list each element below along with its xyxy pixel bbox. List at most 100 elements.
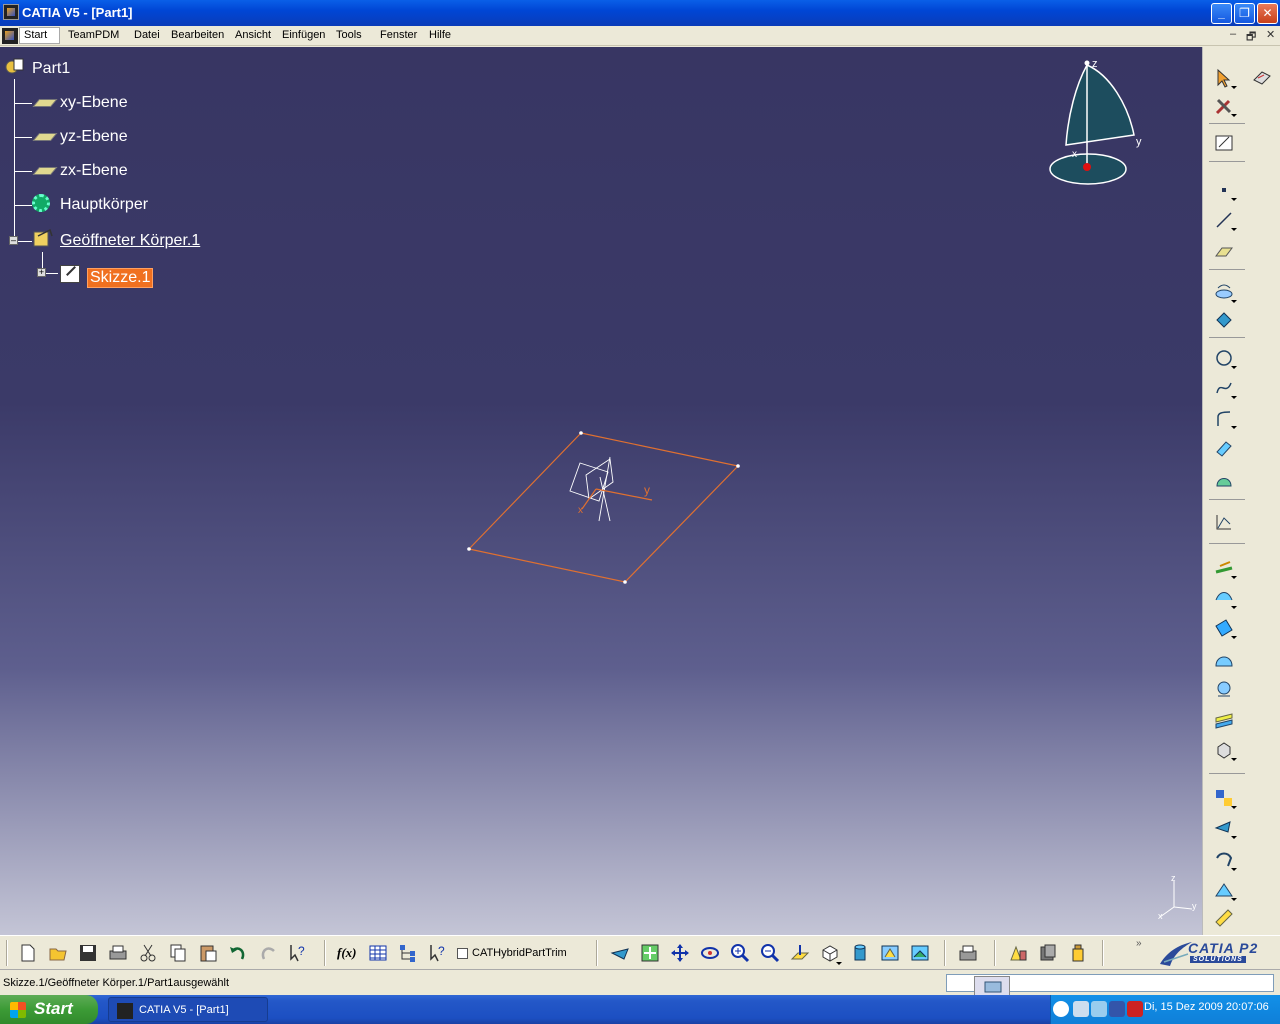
toolbar-overflow-icon[interactable]: »: [1136, 938, 1142, 949]
tray-display-icon[interactable]: [1109, 1001, 1125, 1017]
save-button[interactable]: [76, 941, 100, 965]
pattern-button[interactable]: [1211, 785, 1237, 811]
hide-show-button[interactable]: [878, 941, 902, 965]
help-button[interactable]: ?: [426, 941, 450, 965]
plane-icon[interactable]: [32, 133, 58, 141]
select-arrow-button[interactable]: [1211, 65, 1237, 91]
menu-ansicht[interactable]: Ansicht: [235, 29, 271, 41]
sketch-button[interactable]: [1211, 129, 1237, 155]
menu-hilfe[interactable]: Hilfe: [429, 29, 451, 41]
tray-back-icon[interactable]: [1053, 1001, 1069, 1017]
3d-viewport[interactable]: Part1 xy-Ebene yz-Ebene zx-Ebene Hauptkö…: [0, 47, 1202, 935]
knowledge-button[interactable]: [1006, 941, 1030, 965]
tree-label: Geöffneter Körper.1: [60, 232, 201, 249]
new-button[interactable]: [16, 941, 40, 965]
swap-visible-button[interactable]: [908, 941, 932, 965]
taskbar-item-catia[interactable]: CATIA V5 - [Part1]: [108, 997, 268, 1022]
undo-button[interactable]: [226, 941, 250, 965]
law-button[interactable]: [1211, 509, 1237, 535]
catia-app-icon[interactable]: [3, 4, 19, 20]
fill-button[interactable]: [1211, 615, 1237, 641]
extrude-button[interactable]: [1211, 435, 1237, 461]
formula-button[interactable]: f(x): [334, 941, 362, 965]
macro-button[interactable]: [1036, 941, 1060, 965]
tray-acrobat-icon[interactable]: [1127, 1001, 1143, 1017]
line-button[interactable]: [1211, 207, 1237, 233]
corner-button[interactable]: [1211, 405, 1237, 431]
plane-button[interactable]: [1211, 239, 1237, 265]
projection-button[interactable]: [1211, 279, 1237, 305]
menu-tools[interactable]: Tools: [336, 29, 362, 41]
close-button[interactable]: ✕: [1257, 3, 1278, 24]
offset-button[interactable]: [1211, 555, 1237, 581]
combine-button[interactable]: [1211, 307, 1237, 333]
revolve-button[interactable]: [1211, 467, 1237, 493]
plane-icon[interactable]: [32, 99, 58, 107]
translate-button[interactable]: [1211, 815, 1237, 841]
menu-bearbeiten[interactable]: Bearbeiten: [171, 29, 224, 41]
paste-button[interactable]: [196, 941, 220, 965]
swap-visible-icon: [911, 945, 929, 961]
sketch-plane-geometry[interactable]: y x: [460, 427, 750, 587]
part-icon[interactable]: [4, 57, 24, 77]
point-button[interactable]: [1211, 177, 1237, 203]
user-button[interactable]: [1066, 941, 1090, 965]
fit-all-button[interactable]: [638, 941, 662, 965]
tree-expand-icon[interactable]: +: [37, 268, 46, 277]
help-cursor-icon-2: ?: [430, 944, 445, 962]
split-button[interactable]: [1211, 707, 1237, 733]
command-history-button[interactable]: [974, 976, 1010, 996]
rotate-button[interactable]: [1211, 847, 1237, 873]
zoom-out-button[interactable]: [758, 941, 782, 965]
tree-collapse-icon[interactable]: –: [9, 236, 18, 245]
transform-button[interactable]: [1211, 737, 1237, 763]
redo-icon: [261, 947, 275, 960]
shading-button[interactable]: [848, 941, 872, 965]
minimize-button[interactable]: _: [1211, 3, 1232, 24]
quick-view-button[interactable]: [818, 941, 842, 965]
blend-button[interactable]: [1211, 677, 1237, 703]
body-gear-icon[interactable]: [32, 194, 50, 212]
cut-button[interactable]: [136, 941, 160, 965]
open-body-icon[interactable]: [32, 228, 54, 248]
redo-button[interactable]: [256, 941, 280, 965]
print-button[interactable]: [106, 941, 130, 965]
menu-fenster[interactable]: Fenster: [380, 29, 417, 41]
tray-network-icon[interactable]: [1091, 1001, 1107, 1017]
normal-view-icon: [790, 945, 810, 960]
sweep-button[interactable]: [1211, 585, 1237, 611]
zoom-in-button[interactable]: [728, 941, 752, 965]
workbench-button[interactable]: [1249, 65, 1275, 91]
fly-mode-button[interactable]: [608, 941, 632, 965]
doc-restore-button[interactable]: 🗗: [1246, 28, 1256, 47]
catalog-button[interactable]: [956, 941, 980, 965]
tools-button[interactable]: [1211, 93, 1237, 119]
tree-view-button[interactable]: [396, 941, 420, 965]
pan-button[interactable]: [668, 941, 692, 965]
hybrid-trim-checkbox[interactable]: [457, 948, 468, 959]
plane-icon[interactable]: [32, 167, 58, 175]
menu-start[interactable]: Start: [19, 27, 61, 44]
rotate-view-button[interactable]: [698, 941, 722, 965]
circle-button[interactable]: [1211, 345, 1237, 371]
normal-view-button[interactable]: [788, 941, 812, 965]
menu-teampdm[interactable]: TeamPDM: [68, 29, 119, 41]
tray-search-icon[interactable]: [1073, 1001, 1089, 1017]
sketch-icon[interactable]: [60, 265, 80, 283]
spline-button[interactable]: [1211, 375, 1237, 401]
table-button[interactable]: [366, 941, 390, 965]
menu-einfuegen[interactable]: Einfügen: [282, 29, 325, 41]
extrapolate-button[interactable]: [1211, 877, 1237, 903]
loft-button[interactable]: [1211, 647, 1237, 673]
doc-close-button[interactable]: ✕: [1266, 28, 1275, 41]
measure-button[interactable]: [1211, 905, 1237, 931]
compass-widget[interactable]: z y x: [1040, 55, 1150, 195]
menu-datei[interactable]: Datei: [134, 29, 160, 41]
start-button[interactable]: Start: [0, 995, 98, 1024]
maximize-button[interactable]: ❐: [1234, 3, 1255, 24]
document-icon[interactable]: [2, 28, 18, 44]
copy-button[interactable]: [166, 941, 190, 965]
open-button[interactable]: [46, 941, 70, 965]
whats-this-button[interactable]: ?: [286, 941, 310, 965]
doc-minimize-button[interactable]: –: [1230, 28, 1236, 40]
